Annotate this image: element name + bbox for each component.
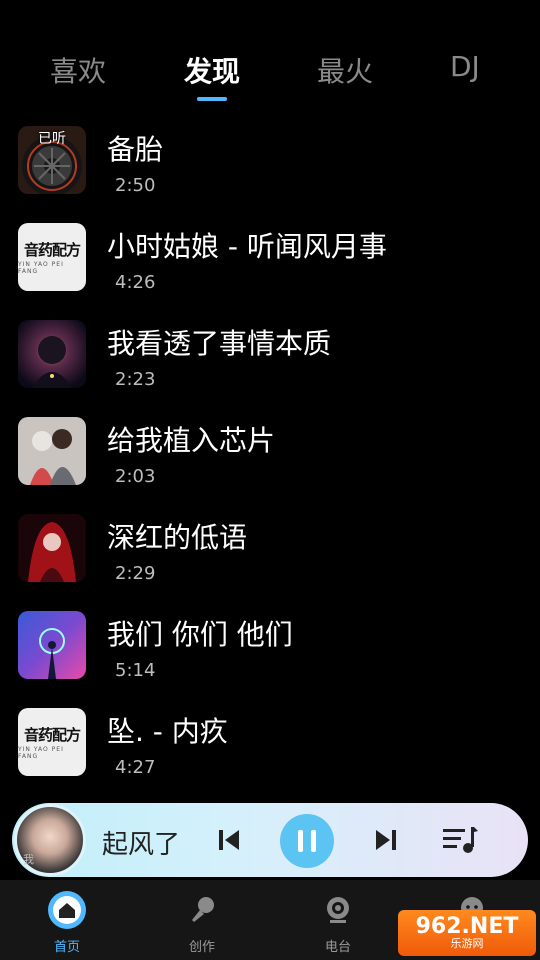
radio-icon [318, 890, 358, 930]
tab-dj[interactable]: DJ [450, 50, 480, 83]
song-duration: 5:14 [115, 660, 156, 681]
site-watermark: 962.NET 乐游网 [398, 910, 536, 956]
tab-favorites[interactable]: 喜欢 [50, 50, 106, 90]
song-duration: 4:27 [115, 757, 156, 778]
tab-discover[interactable]: 发现 [184, 50, 240, 90]
nav-radio-label: 电台 [324, 940, 351, 955]
song-row[interactable]: 我看透了事情本质 2:23 [0, 314, 540, 411]
song-title: 备胎 [107, 133, 164, 166]
cover-logo-subtext: YIN YAO PEI FANG [18, 261, 64, 275]
next-button[interactable] [369, 823, 403, 857]
nav-home[interactable]: 首页 [27, 890, 107, 955]
song-row[interactable]: 音药配方 YIN YAO PEI FANG 坠. - 内疚 4:27 [0, 702, 540, 799]
playlist-icon [443, 827, 478, 853]
song-duration: 4:26 [115, 272, 156, 293]
now-playing-title[interactable]: 起风了 [102, 824, 180, 861]
listened-badge: 已听 [38, 131, 66, 147]
player-cover-caption: 我 [23, 853, 34, 866]
song-title: 我们 你们 他们 [107, 618, 293, 651]
skip-next-icon [376, 830, 396, 850]
song-title: 我看透了事情本质 [107, 327, 332, 360]
song-duration: 2:29 [115, 563, 156, 584]
song-title: 给我植入芯片 [107, 424, 276, 457]
song-list[interactable]: 已听 备胎 2:50 音药配方 YIN YAO PEI FANG 小时姑娘 - … [0, 120, 540, 800]
song-title: 坠. - 内疚 [107, 715, 228, 748]
song-duration: 2:50 [115, 175, 156, 196]
nav-radio[interactable]: 电台 [298, 890, 378, 955]
song-title: 小时姑娘 - 听闻风月事 [107, 230, 387, 263]
skip-previous-icon [219, 830, 239, 850]
top-tabs: 喜欢 发现 最火 DJ [0, 0, 540, 115]
song-cover [18, 417, 86, 485]
song-duration: 2:23 [115, 369, 156, 390]
song-cover [18, 320, 86, 388]
pause-button[interactable] [280, 814, 334, 868]
watermark-sub-text: 乐游网 [450, 937, 484, 950]
song-row[interactable]: 给我植入芯片 2:03 [0, 411, 540, 508]
nav-home-label: 首页 [53, 940, 80, 955]
previous-button[interactable] [212, 823, 246, 857]
song-cover: 音药配方 YIN YAO PEI FANG [18, 223, 86, 291]
song-title: 深红的低语 [107, 521, 248, 554]
song-row[interactable]: 深红的低语 2:29 [0, 508, 540, 605]
nav-create-label: 创作 [188, 940, 215, 955]
tab-hottest[interactable]: 最火 [317, 50, 373, 90]
song-cover [18, 611, 86, 679]
microphone-icon [182, 890, 222, 930]
song-duration: 2:03 [115, 466, 156, 487]
playlist-button[interactable] [440, 822, 480, 858]
song-cover: 已听 [18, 126, 86, 194]
home-icon [47, 890, 87, 930]
player-cover[interactable]: 我 [14, 804, 86, 876]
active-tab-indicator [197, 97, 227, 101]
mini-player[interactable]: 我 起风了 [12, 803, 528, 877]
cover-logo-subtext: YIN YAO PEI FANG [18, 746, 64, 760]
song-cover: 音药配方 YIN YAO PEI FANG [18, 708, 86, 776]
cover-logo-text: 音药配方 [23, 726, 81, 744]
cover-logo-text: 音药配方 [23, 241, 81, 259]
song-cover [18, 514, 86, 582]
pause-icon [298, 830, 303, 852]
watermark-main-text: 962.NET [415, 914, 519, 939]
song-row[interactable]: 音药配方 YIN YAO PEI FANG 小时姑娘 - 听闻风月事 4:26 [0, 217, 540, 314]
song-row[interactable]: 已听 备胎 2:50 [0, 120, 540, 217]
song-row[interactable]: 我们 你们 他们 5:14 [0, 605, 540, 702]
nav-create[interactable]: 创作 [162, 890, 242, 955]
